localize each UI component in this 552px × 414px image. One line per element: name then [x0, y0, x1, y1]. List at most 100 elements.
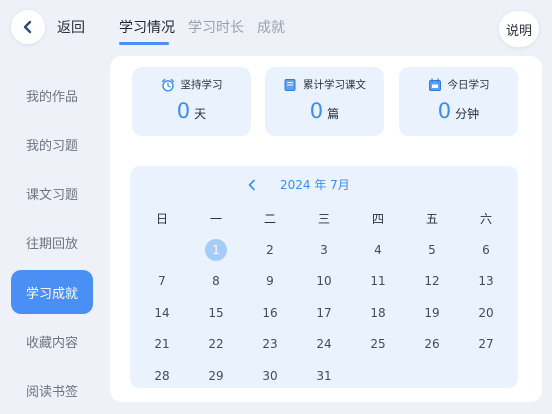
calendar-day-number: 30 [262, 368, 278, 383]
calendar: 2024 年 7月 日一二三四五六 1 2 3 4 5 6 7 8 9 10 11 12 13 14 15 1… [130, 166, 518, 388]
alarm-clock-icon [161, 78, 174, 92]
calendar-day-number: 1 [205, 238, 227, 261]
stat-card-streak: 坚持学习 0 天 [132, 67, 251, 136]
stat-card-today: 今日学习 0 分钟 [399, 67, 518, 136]
calendar-day-number: 28 [154, 368, 170, 383]
book-icon [284, 78, 296, 91]
back-button[interactable] [11, 10, 45, 44]
stat-unit: 天 [194, 107, 207, 121]
stat-card-lessons: 累计学习课文 0 篇 [265, 67, 384, 136]
calendar-day[interactable]: 19 [405, 297, 459, 329]
calendar-icon [428, 77, 441, 91]
calendar-weekday: 一 [209, 212, 222, 226]
stat-unit: 篇 [327, 107, 340, 121]
calendar-day-number: 20 [478, 305, 494, 320]
calendar-day[interactable]: 12 [405, 266, 459, 298]
sidebar-item-favorites[interactable]: 收藏内容 [11, 319, 93, 363]
calendar-day-number: 23 [262, 337, 278, 352]
calendar-weekday: 二 [263, 212, 276, 226]
sidebar-item-bookmarks[interactable]: 阅读书签 [11, 368, 93, 412]
active-tab-indicator [119, 42, 169, 45]
chevron-left-icon [248, 179, 255, 191]
calendar-day[interactable]: 3 [297, 234, 351, 266]
calendar-day[interactable]: 4 [351, 234, 405, 266]
sidebar-item-achievements[interactable]: 学习成就 [11, 270, 93, 314]
calendar-month-label: 2024 年 7月 [280, 178, 350, 192]
main-panel: 坚持学习 0 天 累计学习课文 0 篇 今日学习 0 分钟 2024 年 7月 … [110, 56, 542, 402]
calendar-day[interactable]: 14 [135, 297, 189, 329]
calendar-day[interactable]: 13 [459, 266, 513, 298]
sidebar: 我的作品 我的习题 课文习题 往期回放 学习成就 收藏内容 阅读书签 [0, 60, 104, 414]
calendar-day-number: 22 [208, 337, 224, 352]
sidebar-item-lesson-exercises[interactable]: 课文习题 [11, 171, 93, 215]
calendar-day[interactable]: 24 [297, 329, 351, 361]
calendar-weekday: 六 [479, 212, 492, 226]
calendar-day[interactable]: 6 [459, 234, 513, 266]
calendar-day[interactable]: 25 [351, 329, 405, 361]
calendar-day[interactable]: 9 [243, 266, 297, 298]
calendar-day-number: 19 [424, 305, 440, 320]
stat-unit: 分钟 [455, 107, 480, 121]
calendar-weekday: 四 [371, 212, 384, 226]
calendar-day[interactable]: 7 [135, 266, 189, 298]
calendar-day[interactable]: 2 [243, 234, 297, 266]
tab-bar: 学习情况 学习时长 成就 [104, 0, 484, 50]
calendar-day-number: 31 [316, 368, 332, 383]
calendar-day[interactable]: 28 [135, 360, 189, 392]
calendar-day-number: 4 [374, 242, 382, 257]
calendar-day-number: 8 [212, 274, 220, 289]
calendar-prev-month-button[interactable] [244, 176, 260, 194]
calendar-day[interactable]: 17 [297, 297, 351, 329]
stat-value: 0 [437, 99, 452, 123]
calendar-day-number: 18 [370, 305, 386, 320]
calendar-day-number: 6 [482, 242, 490, 257]
calendar-weekday-header: 日一二三四五六 [135, 210, 513, 227]
stat-label: 累计学习课文 [303, 79, 366, 91]
chevron-left-icon [23, 20, 32, 34]
stat-value: 0 [309, 99, 324, 123]
sidebar-item-my-works[interactable]: 我的作品 [11, 73, 93, 117]
calendar-day[interactable]: 20 [459, 297, 513, 329]
calendar-blank-cell [135, 234, 189, 266]
calendar-day[interactable]: 30 [243, 360, 297, 392]
calendar-day[interactable]: 15 [189, 297, 243, 329]
calendar-day[interactable]: 8 [189, 266, 243, 298]
calendar-day-number: 16 [262, 305, 278, 320]
calendar-day-number: 17 [316, 305, 332, 320]
calendar-day-number: 25 [370, 337, 386, 352]
info-button[interactable]: 说明 [499, 11, 539, 47]
tab-learning-status[interactable]: 学习情况 [119, 19, 175, 37]
calendar-day-number: 7 [158, 274, 166, 289]
calendar-weekday: 日 [155, 212, 168, 226]
stat-value: 0 [176, 99, 191, 123]
calendar-day-number: 29 [208, 368, 224, 383]
calendar-day[interactable]: 23 [243, 329, 297, 361]
calendar-day-number: 15 [208, 305, 224, 320]
calendar-weekday: 五 [425, 212, 438, 226]
calendar-day[interactable]: 27 [459, 329, 513, 361]
stat-label: 坚持学习 [180, 79, 223, 91]
calendar-day-number: 24 [316, 337, 332, 352]
tab-achievements[interactable]: 成就 [257, 19, 285, 37]
sidebar-item-my-exercises[interactable]: 我的习题 [11, 122, 93, 166]
calendar-day-number: 3 [320, 242, 328, 257]
calendar-day[interactable]: 11 [351, 266, 405, 298]
sidebar-item-replays[interactable]: 往期回放 [11, 220, 93, 264]
stat-label: 今日学习 [447, 79, 490, 91]
calendar-day-number: 14 [154, 305, 170, 320]
calendar-day[interactable]: 22 [189, 329, 243, 361]
calendar-day-today[interactable]: 1 [189, 234, 243, 266]
calendar-day-number: 26 [424, 337, 440, 352]
calendar-day[interactable]: 18 [351, 297, 405, 329]
calendar-day[interactable]: 5 [405, 234, 459, 266]
calendar-day[interactable]: 10 [297, 266, 351, 298]
calendar-day-number: 12 [424, 274, 440, 289]
calendar-day[interactable]: 31 [297, 360, 351, 392]
calendar-day-grid: 1 2 3 4 5 6 7 8 9 10 11 12 13 14 15 16 17 18 19 20 21 22 23 24 2… [135, 234, 513, 392]
calendar-day[interactable]: 21 [135, 329, 189, 361]
calendar-day[interactable]: 26 [405, 329, 459, 361]
calendar-day[interactable]: 16 [243, 297, 297, 329]
tab-learning-duration[interactable]: 学习时长 [188, 19, 244, 37]
back-label[interactable]: 返回 [57, 19, 85, 37]
calendar-day[interactable]: 29 [189, 360, 243, 392]
